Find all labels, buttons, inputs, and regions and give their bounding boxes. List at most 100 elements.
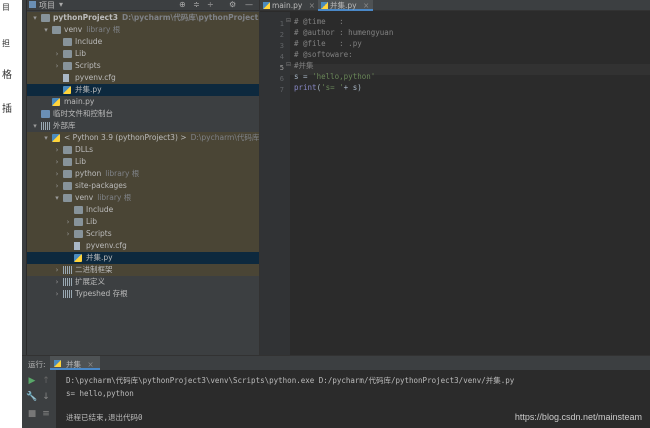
tree-item[interactable]: › DLLs — [27, 144, 259, 156]
tree-item[interactable]: ▾ 外部库 — [27, 120, 259, 132]
stop-icon[interactable]: ■ — [26, 409, 38, 419]
code-line[interactable]: s = 'hello,python' — [294, 71, 375, 82]
chevron-right-icon[interactable]: › — [53, 60, 61, 72]
expand-all-icon[interactable]: ≑ — [193, 0, 200, 9]
run-tab[interactable]: 并集 × — [50, 356, 100, 370]
run-panel-header: 运行: 并集 × — [22, 356, 650, 370]
close-icon[interactable]: × — [309, 1, 315, 10]
fold-icon[interactable]: ⊟ — [286, 17, 291, 24]
editor-tab-bar: main.py × 并集.py × — [260, 0, 650, 11]
tree-item[interactable]: › 扩展定义 — [27, 276, 259, 288]
tree-item[interactable]: › Typeshed 存根 — [27, 288, 259, 300]
dropdown-icon[interactable]: ▾ — [59, 0, 63, 9]
library-icon — [63, 266, 72, 274]
tree-item[interactable]: ▾ venv library 根 — [27, 24, 259, 36]
tree-item-label: 二进制框架 — [75, 264, 113, 276]
tree-item[interactable]: › Lib — [27, 48, 259, 60]
tree-item[interactable]: › 二进制框架 — [27, 264, 259, 276]
tree-item[interactable]: ▾ venv library 根 — [27, 192, 259, 204]
tree-item[interactable]: Include — [27, 36, 259, 48]
folder-icon — [63, 194, 72, 202]
tree-item-text: 临时文件和控制台 — [53, 109, 113, 118]
folder-icon — [63, 182, 72, 190]
tree-item-label: DLLs — [75, 144, 93, 156]
chevron-right-icon[interactable]: › — [64, 228, 72, 240]
tree-item[interactable]: 并集.py — [27, 84, 259, 96]
folder-icon — [74, 230, 83, 238]
tree-item-text: 扩展定义 — [75, 277, 105, 286]
tree-item-text: pythonProject3 — [53, 13, 118, 22]
close-icon[interactable]: × — [87, 360, 93, 369]
fold-icon[interactable]: ⊟ — [286, 61, 291, 68]
tree-item-text: Typeshed 存根 — [75, 289, 128, 298]
code-line[interactable]: # @file : .py — [294, 38, 362, 49]
line-number: 7 — [279, 86, 284, 94]
tab-union-py[interactable]: 并集.py × — [318, 0, 374, 11]
collapse-all-icon[interactable]: ÷ — [207, 0, 214, 9]
tree-item[interactable]: 临时文件和控制台 — [27, 108, 259, 120]
up-icon[interactable]: ↑ — [40, 376, 52, 386]
chevron-right-icon[interactable]: › — [53, 180, 61, 192]
folder-icon — [74, 206, 83, 214]
code-line[interactable]: #并集 — [294, 60, 314, 71]
code-line[interactable]: # @time : — [294, 16, 344, 27]
chevron-right-icon[interactable]: › — [53, 156, 61, 168]
run-label: 运行: — [28, 360, 46, 369]
code-line[interactable]: # @softoware: — [294, 49, 353, 60]
chevron-right-icon[interactable]: › — [53, 168, 61, 180]
chevron-down-icon[interactable]: ▾ — [42, 24, 50, 36]
chevron-down-icon[interactable]: ▾ — [42, 132, 50, 144]
code-token: print — [294, 83, 317, 92]
tree-item[interactable]: ▾ pythonProject3 D:\pycharm\代码库\pythonProj… — [27, 12, 259, 24]
outer-char: 插 — [2, 104, 12, 115]
chevron-right-icon[interactable]: › — [53, 48, 61, 60]
tab-main-py[interactable]: main.py × — [260, 0, 319, 11]
tree-item-label: site-packages — [75, 180, 127, 192]
chevron-right-icon[interactable]: › — [53, 144, 61, 156]
project-panel-title[interactable]: 项目 — [39, 0, 55, 11]
hide-icon[interactable]: — — [245, 0, 253, 9]
chevron-down-icon[interactable]: ▾ — [31, 120, 39, 132]
wrap-icon[interactable]: ≡ — [40, 409, 52, 419]
tree-item[interactable]: › Scripts — [27, 60, 259, 72]
tree-item[interactable]: main.py — [27, 96, 259, 108]
tree-item-label: pyvenv.cfg — [75, 72, 116, 84]
project-icon — [29, 1, 36, 8]
locate-icon[interactable]: ⊕ — [179, 0, 186, 9]
tree-item[interactable]: › python library 根 — [27, 168, 259, 180]
chevron-down-icon[interactable]: ▾ — [31, 12, 39, 24]
chevron-down-icon[interactable]: ▾ — [53, 192, 61, 204]
tree-item[interactable]: Include — [27, 204, 259, 216]
tree-item-label: main.py — [64, 96, 94, 108]
tree-item[interactable]: › Lib — [27, 216, 259, 228]
code-line[interactable]: print('s= '+ s) — [294, 82, 362, 93]
python-file-icon — [52, 134, 60, 142]
chevron-right-icon[interactable]: › — [53, 288, 61, 300]
tree-item[interactable]: 并集.py — [27, 252, 259, 264]
python-file-icon — [54, 360, 61, 367]
tree-item[interactable]: › Scripts — [27, 228, 259, 240]
tree-item[interactable]: ▾ < Python 3.9 (pythonProject3) > D:\pycha… — [27, 132, 259, 144]
chevron-right-icon[interactable]: › — [64, 216, 72, 228]
tree-item[interactable]: › site-packages — [27, 180, 259, 192]
file-icon — [74, 242, 80, 250]
code-line[interactable]: # @author : humengyuan — [294, 27, 393, 38]
tree-item-text: site-packages — [75, 181, 127, 190]
tree-item[interactable]: pyvenv.cfg — [27, 72, 259, 84]
close-icon[interactable]: × — [363, 1, 369, 10]
wrench-icon[interactable]: 🔧 — [26, 392, 38, 402]
tree-item[interactable]: pyvenv.cfg — [27, 240, 259, 252]
chevron-right-icon[interactable]: › — [53, 264, 61, 276]
gear-icon[interactable]: ⚙ — [229, 0, 236, 9]
down-icon[interactable]: ↓ — [40, 392, 52, 402]
chevron-right-icon[interactable]: › — [53, 276, 61, 288]
tree-item[interactable]: › Lib — [27, 156, 259, 168]
tree-item-hint: D:\pycharm\代码库\pythonProject3 — [121, 13, 259, 22]
rerun-icon[interactable]: ▶ — [26, 376, 38, 386]
outer-char: 担 — [2, 39, 10, 48]
python-file-icon — [52, 98, 60, 106]
tree-item-label: Lib — [75, 48, 86, 60]
tree-item-label: venv library 根 — [75, 192, 131, 204]
python-file-icon — [63, 86, 71, 94]
tree-item-label: Include — [86, 204, 113, 216]
